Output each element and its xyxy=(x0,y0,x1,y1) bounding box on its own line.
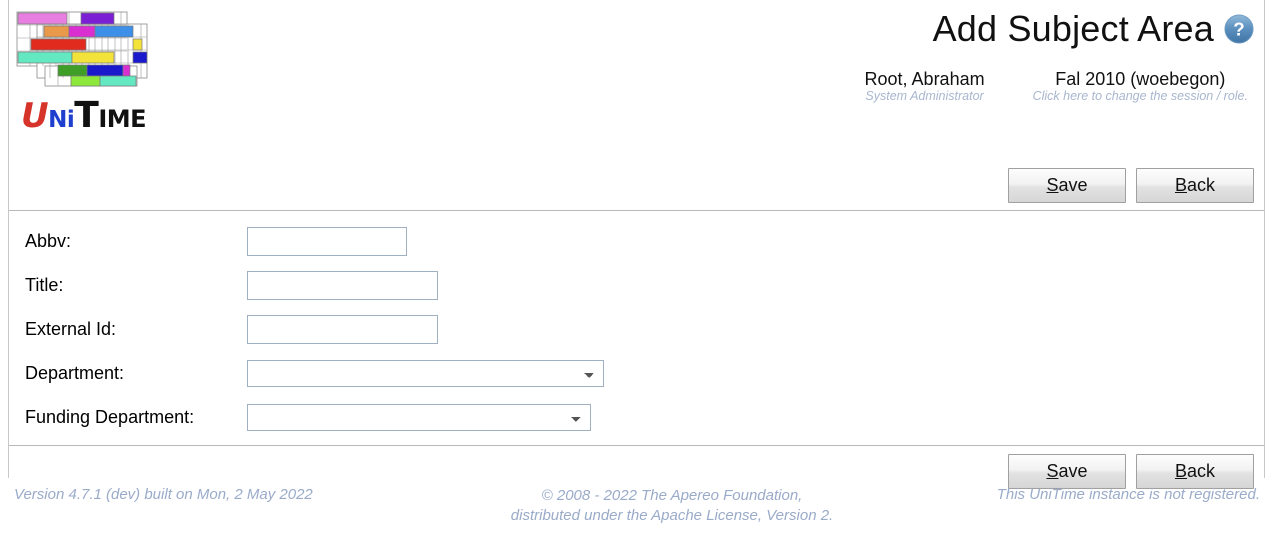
back-button-top[interactable]: Back xyxy=(1136,167,1254,203)
funding-department-select[interactable] xyxy=(247,403,591,431)
logo-letter-ni: Ni xyxy=(48,107,75,133)
page-title: Add Subject Area xyxy=(932,8,1214,49)
session-name: Fal 2010 (woebegon) xyxy=(1055,69,1226,89)
label-department: Department: xyxy=(25,362,125,383)
footer-registration: This UniTime instance is not registered. xyxy=(996,486,1260,503)
top-button-bar: Save Back xyxy=(9,160,1264,210)
save-mnemonic-bottom: S xyxy=(1046,460,1059,481)
form-row-funding-department: Funding Department: xyxy=(9,395,1264,439)
page-footer: Version 4.7.1 (dev) built on Mon, 2 May … xyxy=(0,486,1274,527)
subject-area-form: Abbv: Title: External Id: Department: Fu… xyxy=(9,211,1264,445)
save-label-bottom: ave xyxy=(1058,460,1088,481)
logo-letter-u: U xyxy=(21,96,49,136)
page-header: UNiTIME Add Subject Area ? Root, Abraham xyxy=(9,0,1264,160)
page-container: UNiTIME Add Subject Area ? Root, Abraham xyxy=(8,0,1265,489)
form-row-abbv: Abbv: xyxy=(9,219,1264,263)
header-info-row: Root, Abraham System Administrator Fal 2… xyxy=(865,70,1248,103)
logo-letter-ime: IME xyxy=(98,105,147,133)
form-row-title: Title: xyxy=(9,263,1264,307)
save-label-top: ave xyxy=(1058,174,1088,195)
back-label-bottom: ack xyxy=(1187,460,1216,481)
form-row-external-id: External Id: xyxy=(9,307,1264,351)
footer-copyright: © 2008 - 2022 The Apereo Foundation, dis… xyxy=(430,486,914,527)
unitime-logo: UNiTIME xyxy=(15,8,155,134)
label-external-id: External Id: xyxy=(25,318,117,339)
external-id-input[interactable] xyxy=(247,314,438,344)
back-mnemonic-bottom: B xyxy=(1174,460,1187,481)
footer-version: Version 4.7.1 (dev) built on Mon, 2 May … xyxy=(14,486,313,503)
logo-timetable-grid-icon xyxy=(15,8,151,92)
label-abbv: Abbv: xyxy=(25,230,72,251)
label-title: Title: xyxy=(25,274,64,295)
unitime-wordmark: UNiTIME xyxy=(21,98,155,134)
abbv-input[interactable] xyxy=(247,226,407,256)
back-mnemonic-top: B xyxy=(1174,174,1187,195)
user-role: System Administrator xyxy=(865,88,984,103)
department-select[interactable] xyxy=(247,359,604,387)
title-input[interactable] xyxy=(247,270,438,300)
footer-copyright-line2: distributed under the Apache License, Ve… xyxy=(510,507,834,525)
session-info[interactable]: Fal 2010 (woebegon) Click here to change… xyxy=(1033,70,1248,103)
logo-letter-t: T xyxy=(74,95,99,136)
user-name: Root, Abraham xyxy=(864,69,985,89)
title-row: Add Subject Area ? xyxy=(933,8,1254,50)
save-button-bottom[interactable]: Save xyxy=(1008,453,1126,489)
back-label-top: ack xyxy=(1187,174,1216,195)
help-circle-icon[interactable]: ? xyxy=(1224,14,1254,44)
session-change-hint: Click here to change the session / role. xyxy=(1032,88,1248,103)
save-button-top[interactable]: Save xyxy=(1008,167,1126,203)
save-mnemonic-top: S xyxy=(1046,174,1059,195)
back-button-bottom[interactable]: Back xyxy=(1136,453,1254,489)
label-funding-department: Funding Department: xyxy=(25,406,195,427)
form-row-department: Department: xyxy=(9,351,1264,395)
footer-copyright-line1: © 2008 - 2022 The Apereo Foundation, xyxy=(541,487,803,504)
user-info[interactable]: Root, Abraham System Administrator xyxy=(865,70,985,103)
svg-text:?: ? xyxy=(1233,19,1244,40)
